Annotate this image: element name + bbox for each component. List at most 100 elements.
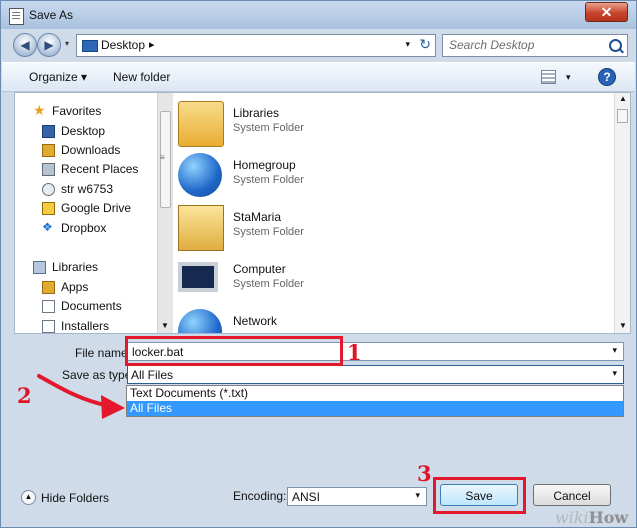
watermark-suffix: How — [588, 508, 629, 527]
address-bar[interactable]: Desktop ▸ ▾ ↻ — [76, 34, 436, 57]
file-type: System Folder — [233, 174, 304, 186]
chevron-up-icon: ▲ — [21, 490, 36, 505]
step-2-label: 2 — [17, 383, 32, 408]
hide-folders-label: Hide Folders — [41, 491, 110, 505]
step-1-label: 1 — [347, 340, 362, 365]
file-name-value[interactable]: locker.bat — [132, 345, 183, 359]
scroll-thumb[interactable] — [617, 109, 628, 123]
file-name: Network — [233, 314, 278, 328]
sidebar-item-label: Downloads — [61, 143, 121, 157]
sidebar-item-google-drive[interactable]: Google Drive — [42, 200, 154, 218]
type-option-all-files[interactable]: All Files — [127, 401, 623, 416]
search-box[interactable]: Search Desktop — [442, 34, 628, 57]
sidebar-item-label: Dropbox — [61, 221, 107, 235]
favorites-header[interactable]: ★ Favorites — [33, 102, 143, 121]
wikihow-watermark: wikiHow — [555, 508, 628, 527]
close-button[interactable]: ✕ — [585, 2, 628, 22]
sidebar-item-label: str w6753 — [61, 182, 114, 196]
save-as-dialog: Save As ✕ ◀ ▶ ▾ Desktop ▸ ▾ ↻ Search Des… — [0, 0, 637, 528]
scroll-down-icon[interactable]: ▼ — [619, 321, 627, 330]
sidebar-item-apps[interactable]: Apps — [42, 279, 154, 297]
address-dropdown-icon[interactable]: ▾ — [405, 39, 410, 50]
chevron-down-icon[interactable]: ▾ — [415, 490, 420, 501]
libraries-label: Libraries — [52, 260, 99, 274]
folder-icon — [42, 281, 55, 294]
back-button[interactable]: ◀ — [13, 33, 37, 57]
sidebar-item-dropbox[interactable]: ❖ Dropbox — [42, 220, 154, 238]
sidebar-item-label: Apps — [61, 280, 89, 294]
sidebar-item-downloads[interactable]: Downloads — [42, 142, 154, 160]
cancel-button[interactable]: Cancel — [533, 484, 611, 506]
chevron-right-icon[interactable]: ▸ — [149, 38, 155, 51]
file-name: StaMaria — [233, 210, 282, 224]
user-folder-icon — [42, 183, 55, 196]
network-icon — [178, 309, 222, 333]
file-list-scrollbar[interactable]: ▲ ▼ — [614, 93, 630, 333]
help-icon[interactable]: ? — [598, 68, 616, 86]
hide-folders-button[interactable]: ▲ Hide Folders — [21, 489, 121, 509]
save-as-type-dropdown[interactable]: Text Documents (*.txt) All Files — [126, 385, 624, 417]
favorites-label: Favorites — [52, 104, 102, 118]
search-placeholder: Search Desktop — [449, 38, 535, 52]
file-name-label: File name: — [75, 346, 132, 360]
forward-button[interactable]: ▶ — [37, 33, 61, 57]
file-type: System Folder — [233, 278, 304, 290]
sidebar-item-label: Desktop — [61, 124, 106, 138]
refresh-icon[interactable]: ↻ — [419, 36, 431, 53]
navigation-pane-scrollbar[interactable]: ≡ ▼ — [157, 93, 174, 333]
file-item-stamaria[interactable]: StaMaria System Folder — [178, 205, 428, 253]
save-as-type-select[interactable]: All Files ▾ — [127, 365, 624, 384]
desktop-icon — [42, 125, 55, 138]
star-icon: ★ — [33, 102, 46, 118]
file-name: Computer — [233, 262, 286, 276]
encoding-select[interactable]: ANSI ▾ — [287, 487, 427, 506]
scroll-up-icon[interactable]: ▲ — [619, 94, 627, 103]
installer-icon — [42, 320, 55, 333]
libraries-folder-icon — [178, 101, 224, 147]
computer-icon — [178, 262, 218, 292]
save-as-type-value[interactable]: All Files — [131, 368, 173, 382]
encoding-value[interactable]: ANSI — [292, 490, 320, 504]
file-item-computer[interactable]: Computer System Folder — [178, 257, 428, 305]
step-2-arrow-icon — [37, 374, 125, 419]
file-item-libraries[interactable]: Libraries System Folder — [178, 101, 428, 149]
encoding-label: Encoding: — [233, 489, 287, 503]
sidebar-item-str-w6753[interactable]: str w6753 — [42, 181, 154, 199]
file-list: Libraries System Folder Homegroup System… — [173, 93, 613, 333]
watermark-prefix: wiki — [555, 508, 589, 527]
navigation-pane: ★ Favorites Desktop Downloads Recent Pla… — [15, 93, 157, 333]
sidebar-item-label: Documents — [61, 299, 122, 313]
scroll-down-icon[interactable]: ▼ — [161, 321, 169, 330]
title-bar: Save As ✕ — [1, 1, 636, 29]
navigation-bar: ◀ ▶ ▾ Desktop ▸ ▾ ↻ Search Desktop — [1, 29, 636, 61]
organize-menu-button[interactable]: Organize ▾ — [29, 70, 87, 84]
new-folder-button[interactable]: New folder — [113, 70, 170, 84]
file-name: Libraries — [233, 106, 280, 120]
document-icon — [9, 8, 24, 25]
sidebar-item-installers[interactable]: Installers — [42, 318, 154, 333]
sidebar-item-desktop[interactable]: Desktop — [42, 123, 154, 141]
search-icon[interactable] — [609, 39, 622, 52]
file-item-network[interactable]: Network — [178, 309, 428, 333]
save-button[interactable]: Save — [440, 484, 518, 506]
libraries-header[interactable]: Libraries — [33, 259, 143, 277]
chevron-down-icon[interactable]: ▾ — [612, 368, 617, 379]
file-name-input[interactable]: locker.bat ▾ — [127, 342, 624, 361]
file-type: System Folder — [233, 226, 304, 238]
view-options-icon[interactable] — [541, 70, 556, 84]
sidebar-item-label: Google Drive — [61, 201, 132, 215]
user-folder-icon — [178, 205, 224, 251]
sidebar-item-recent-places[interactable]: Recent Places — [42, 161, 154, 179]
sidebar-item-label: Recent Places — [61, 162, 139, 176]
address-location[interactable]: Desktop — [101, 38, 145, 52]
chevron-down-icon[interactable]: ▾ — [612, 345, 617, 356]
history-dropdown-icon[interactable]: ▾ — [65, 39, 69, 48]
google-drive-icon — [42, 202, 55, 215]
window-title: Save As — [29, 8, 74, 22]
sidebar-item-documents[interactable]: Documents — [42, 298, 154, 316]
toolbar: Organize ▾ New folder ▾ ? — [2, 62, 635, 92]
view-dropdown-icon[interactable]: ▾ — [566, 72, 571, 83]
downloads-folder-icon — [42, 144, 55, 157]
type-option-text-documents[interactable]: Text Documents (*.txt) — [127, 386, 623, 401]
file-item-homegroup[interactable]: Homegroup System Folder — [178, 153, 428, 201]
